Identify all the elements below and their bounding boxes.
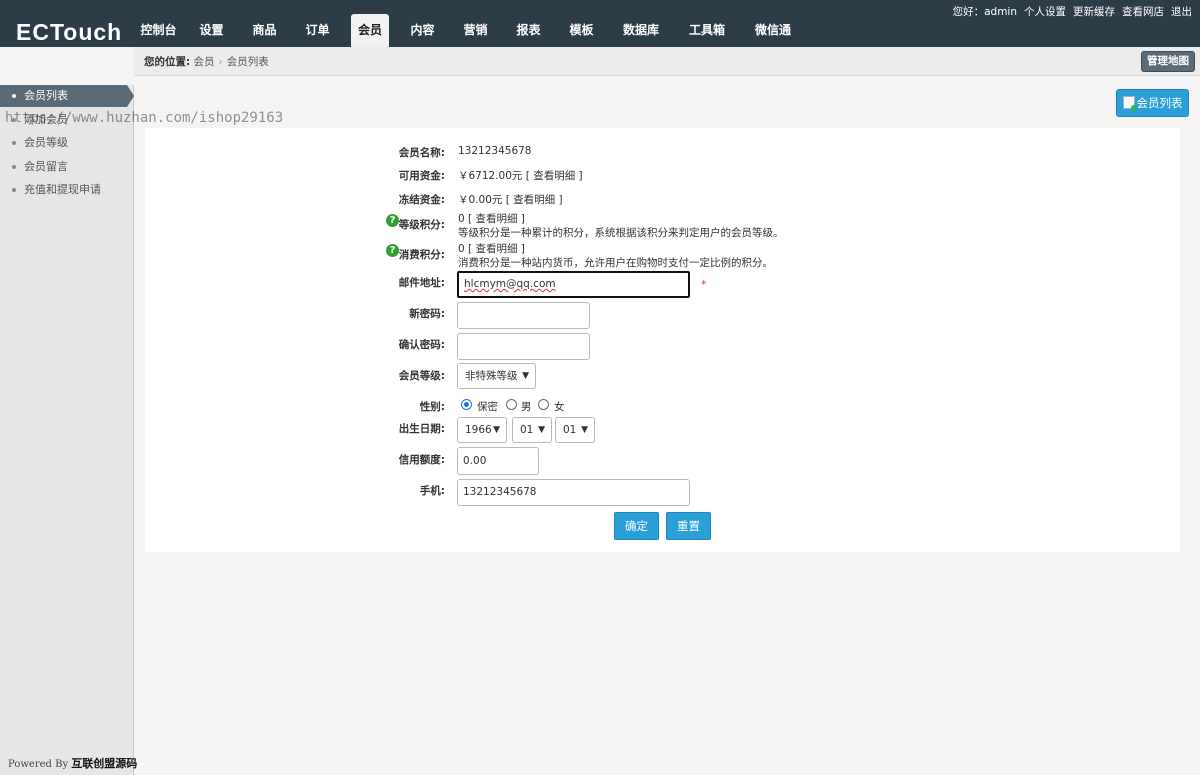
mobile-field[interactable]: 13212345678 (457, 479, 690, 506)
nav-item-members[interactable]: 会员 (351, 14, 389, 47)
nav-item-goods[interactable]: 商品 (238, 14, 291, 47)
sidebar-item-label: 会员列表 (24, 89, 68, 102)
nav-item-content[interactable]: 内容 (396, 14, 449, 47)
nav-item-dashboard[interactable]: 控制台 (132, 14, 185, 47)
confirm-password-field[interactable] (457, 333, 590, 360)
pay-points-value[interactable]: 0 [ 查看明细 ] (458, 241, 525, 256)
email-field[interactable]: hlcmym@qq.com (457, 271, 690, 298)
username-value: 13212345678 (458, 145, 532, 157)
birth-year-value: 1966 (465, 424, 492, 436)
bullet-icon (12, 141, 16, 145)
main-nav: 控制台 设置 商品 订单 会员 内容 营销 报表 模板 数据库 工具箱 微信通 (132, 14, 806, 47)
birth-day-value: 01 (563, 424, 577, 436)
nav-item-wechat[interactable]: 微信通 (740, 14, 806, 47)
breadcrumb-separator-icon: › (218, 56, 223, 68)
nav-item-reports[interactable]: 报表 (502, 14, 555, 47)
nav-item-toolbox[interactable]: 工具箱 (674, 14, 740, 47)
frozen-funds-value[interactable]: ￥0.00元 [ 查看明细 ] (458, 192, 563, 207)
profile-link[interactable]: 个人设置 (1024, 4, 1066, 19)
member-rank-select[interactable]: 非特殊等级 ▼ (457, 363, 536, 389)
birthday-label: 出生日期: (398, 423, 445, 435)
breadcrumb-bar: 您的位置: 会员 › 会员列表 管理地图 (134, 47, 1200, 76)
email-field-value: hlcmym@qq.com (464, 278, 556, 290)
app-logo[interactable]: ECTouch (16, 20, 122, 44)
pay-points-note: 消费积分是一种站内货币，允许用户在购物时支付一定比例的积分。 (458, 257, 773, 269)
rank-points-value[interactable]: 0 [ 查看明细 ] (458, 211, 525, 226)
birth-month-value: 01 (520, 424, 534, 436)
gender-radio-female[interactable] (538, 399, 549, 410)
mobile-label: 手机: (419, 485, 445, 497)
bullet-icon (12, 165, 16, 169)
edit-member-form: 会员名称: 13212345678 可用资金: ￥6712.00元 [ 查看明细… (145, 128, 1180, 552)
bullet-icon (12, 94, 16, 98)
breadcrumb-level-2[interactable]: 会员列表 (227, 56, 269, 68)
admin-map-button[interactable]: 管理地图 (1141, 51, 1195, 72)
new-password-field[interactable] (457, 302, 590, 329)
reset-button[interactable]: 重置 (666, 512, 711, 540)
greeting-text: 您好：admin (952, 6, 1017, 18)
chevron-down-icon: ▼ (538, 425, 545, 435)
funds-label: 可用资金: (398, 170, 445, 182)
gender-radio-male[interactable] (506, 399, 517, 410)
required-mark: * (701, 278, 707, 291)
sidebar-item-label: 充值和提现申请 (24, 183, 101, 196)
sidebar-item-label: 会员留言 (24, 160, 68, 173)
list-add-icon (1122, 96, 1137, 111)
credit-limit-field[interactable]: 0.00 (457, 447, 539, 475)
birth-month-select[interactable]: 01 ▼ (512, 417, 552, 443)
username-label: 会员名称: (398, 147, 445, 159)
nav-item-database[interactable]: 数据库 (608, 14, 674, 47)
clear-cache-link[interactable]: 更新缓存 (1073, 4, 1115, 19)
sidebar: 会员列表 添加会员 会员等级 会员留言 充值和提现申请 (0, 85, 134, 775)
powered-by-name[interactable]: 互联创盟源码 (71, 757, 137, 770)
sidebar-item-member-rank[interactable]: 会员等级 (0, 132, 133, 154)
gender-radio-secret[interactable] (461, 399, 472, 410)
chevron-down-icon: ▼ (581, 425, 588, 435)
view-site-link[interactable]: 查看网店 (1122, 4, 1164, 19)
submit-button[interactable]: 确定 (614, 512, 659, 540)
rank-points-label: 等级积分: (398, 219, 445, 231)
new-password-label: 新密码: (409, 308, 445, 320)
confirm-password-label: 确认密码: (398, 339, 445, 351)
sidebar-item-label: 会员等级 (24, 136, 68, 149)
gender-option-secret: 保密 (477, 401, 498, 413)
member-list-button[interactable]: 会员列表 (1116, 89, 1189, 117)
pay-points-label: 消费积分: (398, 249, 445, 261)
breadcrumb-prefix: 您的位置: (144, 56, 191, 68)
frozen-funds-label: 冻结资金: (398, 194, 445, 206)
watermark-text: https://www.huzhan.com/ishop29163 (5, 110, 284, 126)
member-rank-select-value: 非特殊等级 (465, 370, 518, 382)
chevron-down-icon: ▼ (522, 371, 529, 381)
email-label: 邮件地址: (398, 277, 445, 289)
bullet-icon (12, 188, 16, 192)
sidebar-item-member-list[interactable]: 会员列表 (0, 85, 134, 107)
powered-by-prefix: Powered By (8, 759, 69, 770)
nav-item-marketing[interactable]: 营销 (449, 14, 502, 47)
member-list-button-label: 会员列表 (1136, 96, 1183, 110)
chevron-down-icon: ▼ (493, 425, 500, 435)
nav-item-templates[interactable]: 模板 (555, 14, 608, 47)
rank-points-note: 等级积分是一种累计的积分，系统根据该积分来判定用户的会员等级。 (458, 227, 784, 239)
nav-item-settings[interactable]: 设置 (185, 14, 238, 47)
credit-limit-label: 信用额度: (398, 454, 445, 466)
top-header: ECTouch 控制台 设置 商品 订单 会员 内容 营销 报表 模板 数据库 … (0, 0, 1200, 47)
sidebar-item-member-messages[interactable]: 会员留言 (0, 156, 133, 178)
member-rank-label: 会员等级: (398, 370, 445, 382)
birth-day-select[interactable]: 01 ▼ (555, 417, 595, 443)
gender-option-female: 女 (554, 401, 565, 413)
funds-value[interactable]: ￥6712.00元 [ 查看明细 ] (458, 168, 583, 183)
nav-item-orders[interactable]: 订单 (291, 14, 344, 47)
birth-year-select[interactable]: 1966 ▼ (457, 417, 507, 443)
powered-by: Powered By 互联创盟源码 (8, 755, 137, 771)
breadcrumb-level-1[interactable]: 会员 (194, 56, 215, 68)
sidebar-item-recharge-withdraw[interactable]: 充值和提现申请 (0, 179, 133, 201)
breadcrumb: 您的位置: 会员 › 会员列表 (144, 54, 269, 69)
gender-option-male: 男 (521, 401, 532, 413)
gender-label: 性别: (419, 401, 445, 413)
logout-link[interactable]: 退出 (1171, 4, 1192, 19)
top-links: 您好：admin 个人设置 更新缓存 查看网店 退出 (953, 4, 1192, 19)
